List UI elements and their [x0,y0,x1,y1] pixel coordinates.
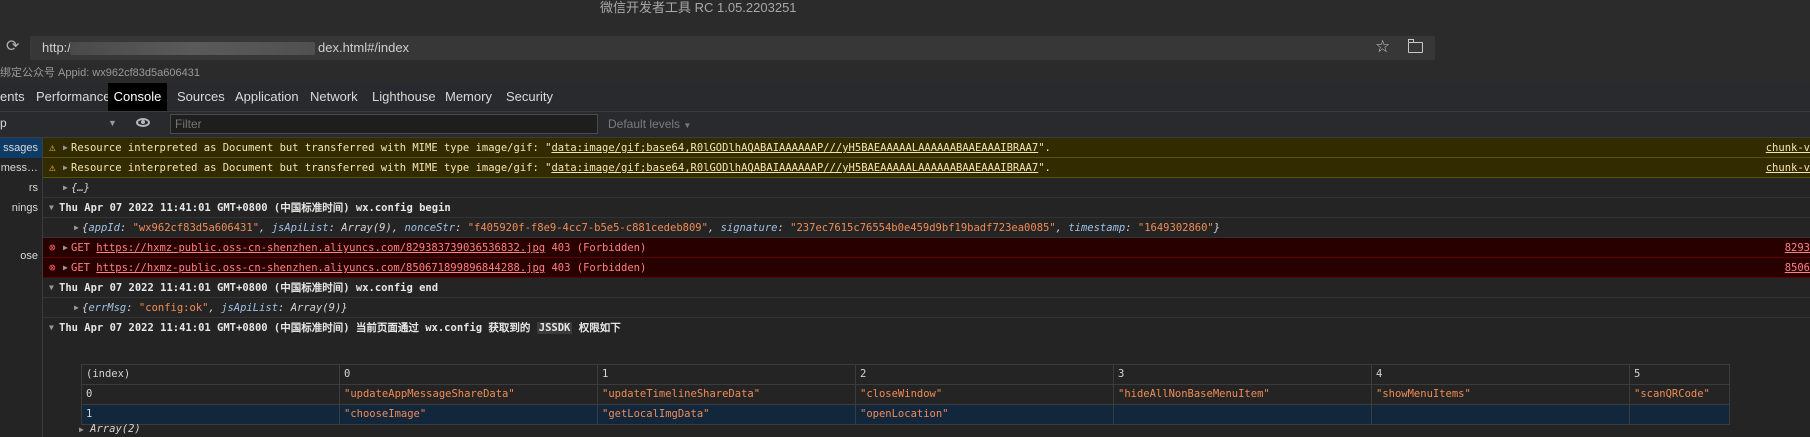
config-object-preview[interactable]: {appId: "wx962cf83d5a606431", jsApiList:… [82,218,1220,238]
console-warning-row[interactable]: ⚠ ▶ Resource interpreted as Document but… [43,138,1810,158]
expanded-arrow-icon[interactable]: ▼ [49,198,54,218]
sidebar-item-errors[interactable]: rs [0,178,42,198]
console-table-wrap: (index) 0 1 2 3 4 5 0 "updateAppMessageS… [36,364,1810,437]
console-filter-bar: p ▼ Default levels ▼ [0,112,1810,138]
console-object-row[interactable]: ▶ {errMsg: "config:ok", jsApiList: Array… [43,298,1810,318]
tab-sources[interactable]: Sources [177,83,225,111]
group-title: Thu Apr 07 2022 11:41:01 GMT+0800 (中国标准时… [59,322,621,334]
tab-lighthouse[interactable]: Lighthouse [372,83,436,111]
expand-arrow-icon[interactable]: ▶ [63,178,68,198]
expand-arrow-icon[interactable]: ▶ [63,258,68,278]
sidebar-item-verbose[interactable]: ose [0,246,42,266]
tab-network[interactable]: Network [310,83,358,111]
filter-input[interactable] [170,114,598,134]
url-tail: dex.html#/index [318,40,410,55]
table-row: 0 "updateAppMessageShareData" "updateTim… [81,384,1730,405]
table-cell: "hideAllNonBaseMenuItem" [1113,384,1372,405]
context-selector[interactable]: p [0,116,7,130]
table-row: 1 "chooseImage" "getLocalImgData" "openL… [81,404,1730,425]
table-cell: 0 [81,384,340,405]
source-link[interactable]: chunk-v [1766,138,1810,158]
folder-icon[interactable] [1408,39,1423,53]
table-cell: 1 [81,404,340,425]
console-error-row[interactable]: ⊗ ▶ GET https://hxmz-public.oss-cn-shenz… [43,238,1810,258]
sidebar-item-warnings[interactable]: nings [0,198,42,218]
chevron-down-icon[interactable]: ▼ [108,118,117,128]
appid-text: 绑定公众号 Appid: wx962cf83d5a606431 [0,67,200,79]
table-header[interactable]: 1 [597,364,856,385]
console-group-row[interactable]: ▼ Thu Apr 07 2022 11:41:01 GMT+0800 (中国标… [43,278,1810,298]
warning-icon: ⚠ [49,161,56,174]
expanded-arrow-icon[interactable]: ▼ [49,318,54,338]
table-cell [1371,404,1630,425]
table-header[interactable]: 0 [339,364,598,385]
window-title: 微信开发者工具 RC 1.05.2203251 [600,0,797,15]
data-uri-link[interactable]: data:image/gif;base64,R0lGODlhAQABAIAAAA… [551,162,1038,174]
bookmark-star-icon[interactable]: ☆ [1375,38,1390,55]
config-result-preview[interactable]: {errMsg: "config:ok", jsApiList: Array(9… [82,298,348,318]
window-titlebar: 微信开发者工具 RC 1.05.2203251 [0,0,1810,32]
source-link[interactable]: chunk-v [1766,158,1810,178]
table-cell: "chooseImage" [339,404,598,425]
console-object-row[interactable]: ▶ {…} [43,178,1810,198]
console-warning-row[interactable]: ⚠ ▶ Resource interpreted as Document but… [43,158,1810,178]
table-header[interactable]: 2 [855,364,1114,385]
warning-icon: ⚠ [49,141,56,154]
expand-arrow-icon[interactable]: ▶ [74,218,79,238]
console-group-row[interactable]: ▼ Thu Apr 07 2022 11:41:01 GMT+0800 (中国标… [43,318,1810,338]
table-header[interactable]: (index) [81,364,340,385]
table-cell: "scanQRCode" [1629,384,1730,405]
error-icon: ⊗ [49,241,56,254]
group-title: Thu Apr 07 2022 11:41:01 GMT+0800 (中国标准时… [59,282,439,294]
table-header[interactable]: 3 [1113,364,1372,385]
tab-elements[interactable]: ents [0,83,30,111]
group-title: Thu Apr 07 2022 11:41:01 GMT+0800 (中国标准时… [59,202,451,214]
address-bar[interactable]: http:// dex.html#/index [30,36,1435,60]
eye-icon[interactable] [136,118,150,127]
appid-bar: 绑定公众号 Appid: wx962cf83d5a606431 [0,64,1810,83]
table-cell: "openLocation" [855,404,1114,425]
request-url-link[interactable]: https://hxmz-public.oss-cn-shenzhen.aliy… [96,242,545,254]
table-cell: "closeWindow" [855,384,1114,405]
expand-arrow-icon[interactable]: ▶ [63,158,68,178]
table-header[interactable]: 5 [1629,364,1730,385]
devtools-tabbar: ents Performance Console Sources Applica… [0,83,1810,112]
table-cell: "updateAppMessageShareData" [339,384,598,405]
table-cell [1113,404,1372,425]
table-cell [1629,404,1730,425]
error-icon: ⊗ [49,261,56,274]
source-link[interactable]: 8506 [1785,258,1810,278]
expand-arrow-icon[interactable]: ▶ [74,298,79,318]
levels-label: Default levels [608,117,681,131]
tab-memory[interactable]: Memory [445,83,492,111]
data-uri-link[interactable]: data:image/gif;base64,R0lGODlhAQABAIAAAA… [551,142,1038,154]
sidebar-item-messages[interactable]: ssages [0,138,42,158]
source-link[interactable]: 8293 [1785,238,1810,258]
address-row: ⟳ http:// dex.html#/index ☆ [0,32,1810,64]
tab-performance[interactable]: Performance [36,83,110,111]
table-cell: "showMenuItems" [1371,384,1630,405]
reload-icon[interactable]: ⟳ [6,39,22,55]
table-cell: "updateTimelineShareData" [597,384,856,405]
collapsed-object[interactable]: {…} [71,178,90,198]
table-cell: "getLocalImgData" [597,404,856,425]
console-error-row[interactable]: ⊗ ▶ GET https://hxmz-public.oss-cn-shenz… [43,258,1810,278]
console-object-row[interactable]: ▶ {appId: "wx962cf83d5a606431", jsApiLis… [43,218,1810,238]
tab-console[interactable]: Console [108,83,167,111]
expanded-arrow-icon[interactable]: ▼ [49,278,54,298]
console-table: (index) 0 1 2 3 4 5 0 "updateAppMessageS… [81,364,1730,425]
levels-dropdown[interactable]: Default levels ▼ [608,117,691,131]
sidebar-item-user-messages[interactable]: mess… [0,158,42,178]
chevron-down-icon: ▼ [683,121,692,130]
table-header[interactable]: 4 [1371,364,1630,385]
expand-arrow-icon[interactable]: ▶ [63,238,68,258]
console-group-row[interactable]: ▼ Thu Apr 07 2022 11:41:01 GMT+0800 (中国标… [43,198,1810,218]
array-row[interactable]: ▶ Array(2) [79,423,141,435]
request-url-link[interactable]: https://hxmz-public.oss-cn-shenzhen.aliy… [96,262,545,274]
expand-arrow-icon[interactable]: ▶ [79,425,84,434]
url-redacted [70,42,315,55]
tab-security[interactable]: Security [506,83,553,111]
expand-arrow-icon[interactable]: ▶ [63,138,68,158]
tab-application[interactable]: Application [235,83,299,111]
